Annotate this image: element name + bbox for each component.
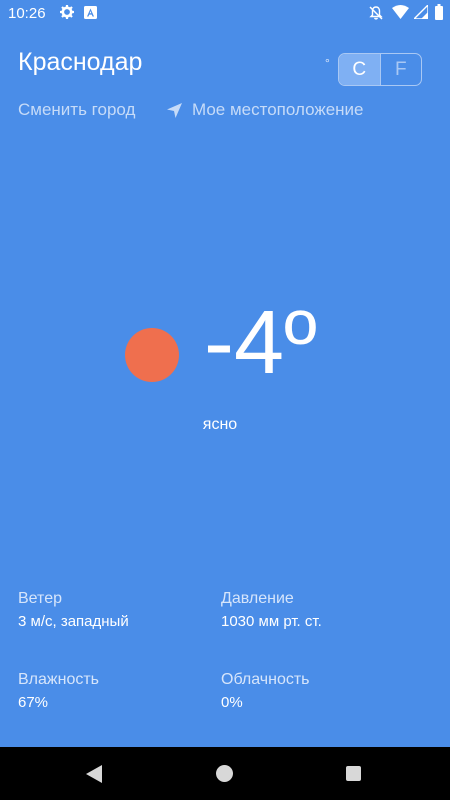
gear-icon	[60, 5, 74, 19]
unit-degree-symbol: °	[325, 56, 330, 70]
sun-dot-icon	[125, 328, 179, 382]
change-city-button[interactable]: Сменить город	[18, 100, 135, 120]
cloudiness-label: Облачность	[221, 671, 310, 688]
humidity-value: 67%	[18, 694, 49, 711]
bell-off-icon	[369, 6, 383, 20]
pressure-value: 1030 мм рт. ст.	[221, 613, 322, 630]
cloudiness-value: 0%	[221, 694, 243, 711]
home-icon[interactable]	[216, 765, 233, 782]
wifi-icon	[392, 5, 409, 19]
weather-condition: ясно	[202, 416, 238, 433]
humidity-label: Влажность	[18, 671, 100, 688]
unit-celsius-button[interactable]: C	[339, 54, 381, 85]
wind-value: 3 м/с, западный	[18, 613, 129, 630]
status-bar: 10:26	[0, 0, 450, 28]
weather-screen: 10:26 Краснодар ° C F Сменить город Мое …	[0, 0, 450, 800]
location-arrow-icon	[167, 102, 182, 118]
temperature: -4º	[204, 293, 317, 393]
pressure-label: Давление	[221, 590, 294, 607]
navigation-bar	[0, 747, 450, 800]
unit-fahrenheit-button[interactable]: F	[381, 54, 422, 85]
battery-icon	[435, 4, 443, 20]
signal-icon	[414, 5, 428, 19]
my-location-label: Мое местоположение	[192, 100, 364, 119]
city-name: Краснодар	[18, 48, 143, 76]
back-icon[interactable]	[86, 765, 102, 783]
a-icon	[84, 6, 97, 19]
unit-toggle: C F	[338, 53, 422, 86]
my-location-button[interactable]: Мое местоположение	[167, 100, 364, 120]
wind-label: Ветер	[18, 590, 62, 607]
recents-icon[interactable]	[346, 766, 361, 781]
status-time: 10:26	[8, 5, 46, 22]
